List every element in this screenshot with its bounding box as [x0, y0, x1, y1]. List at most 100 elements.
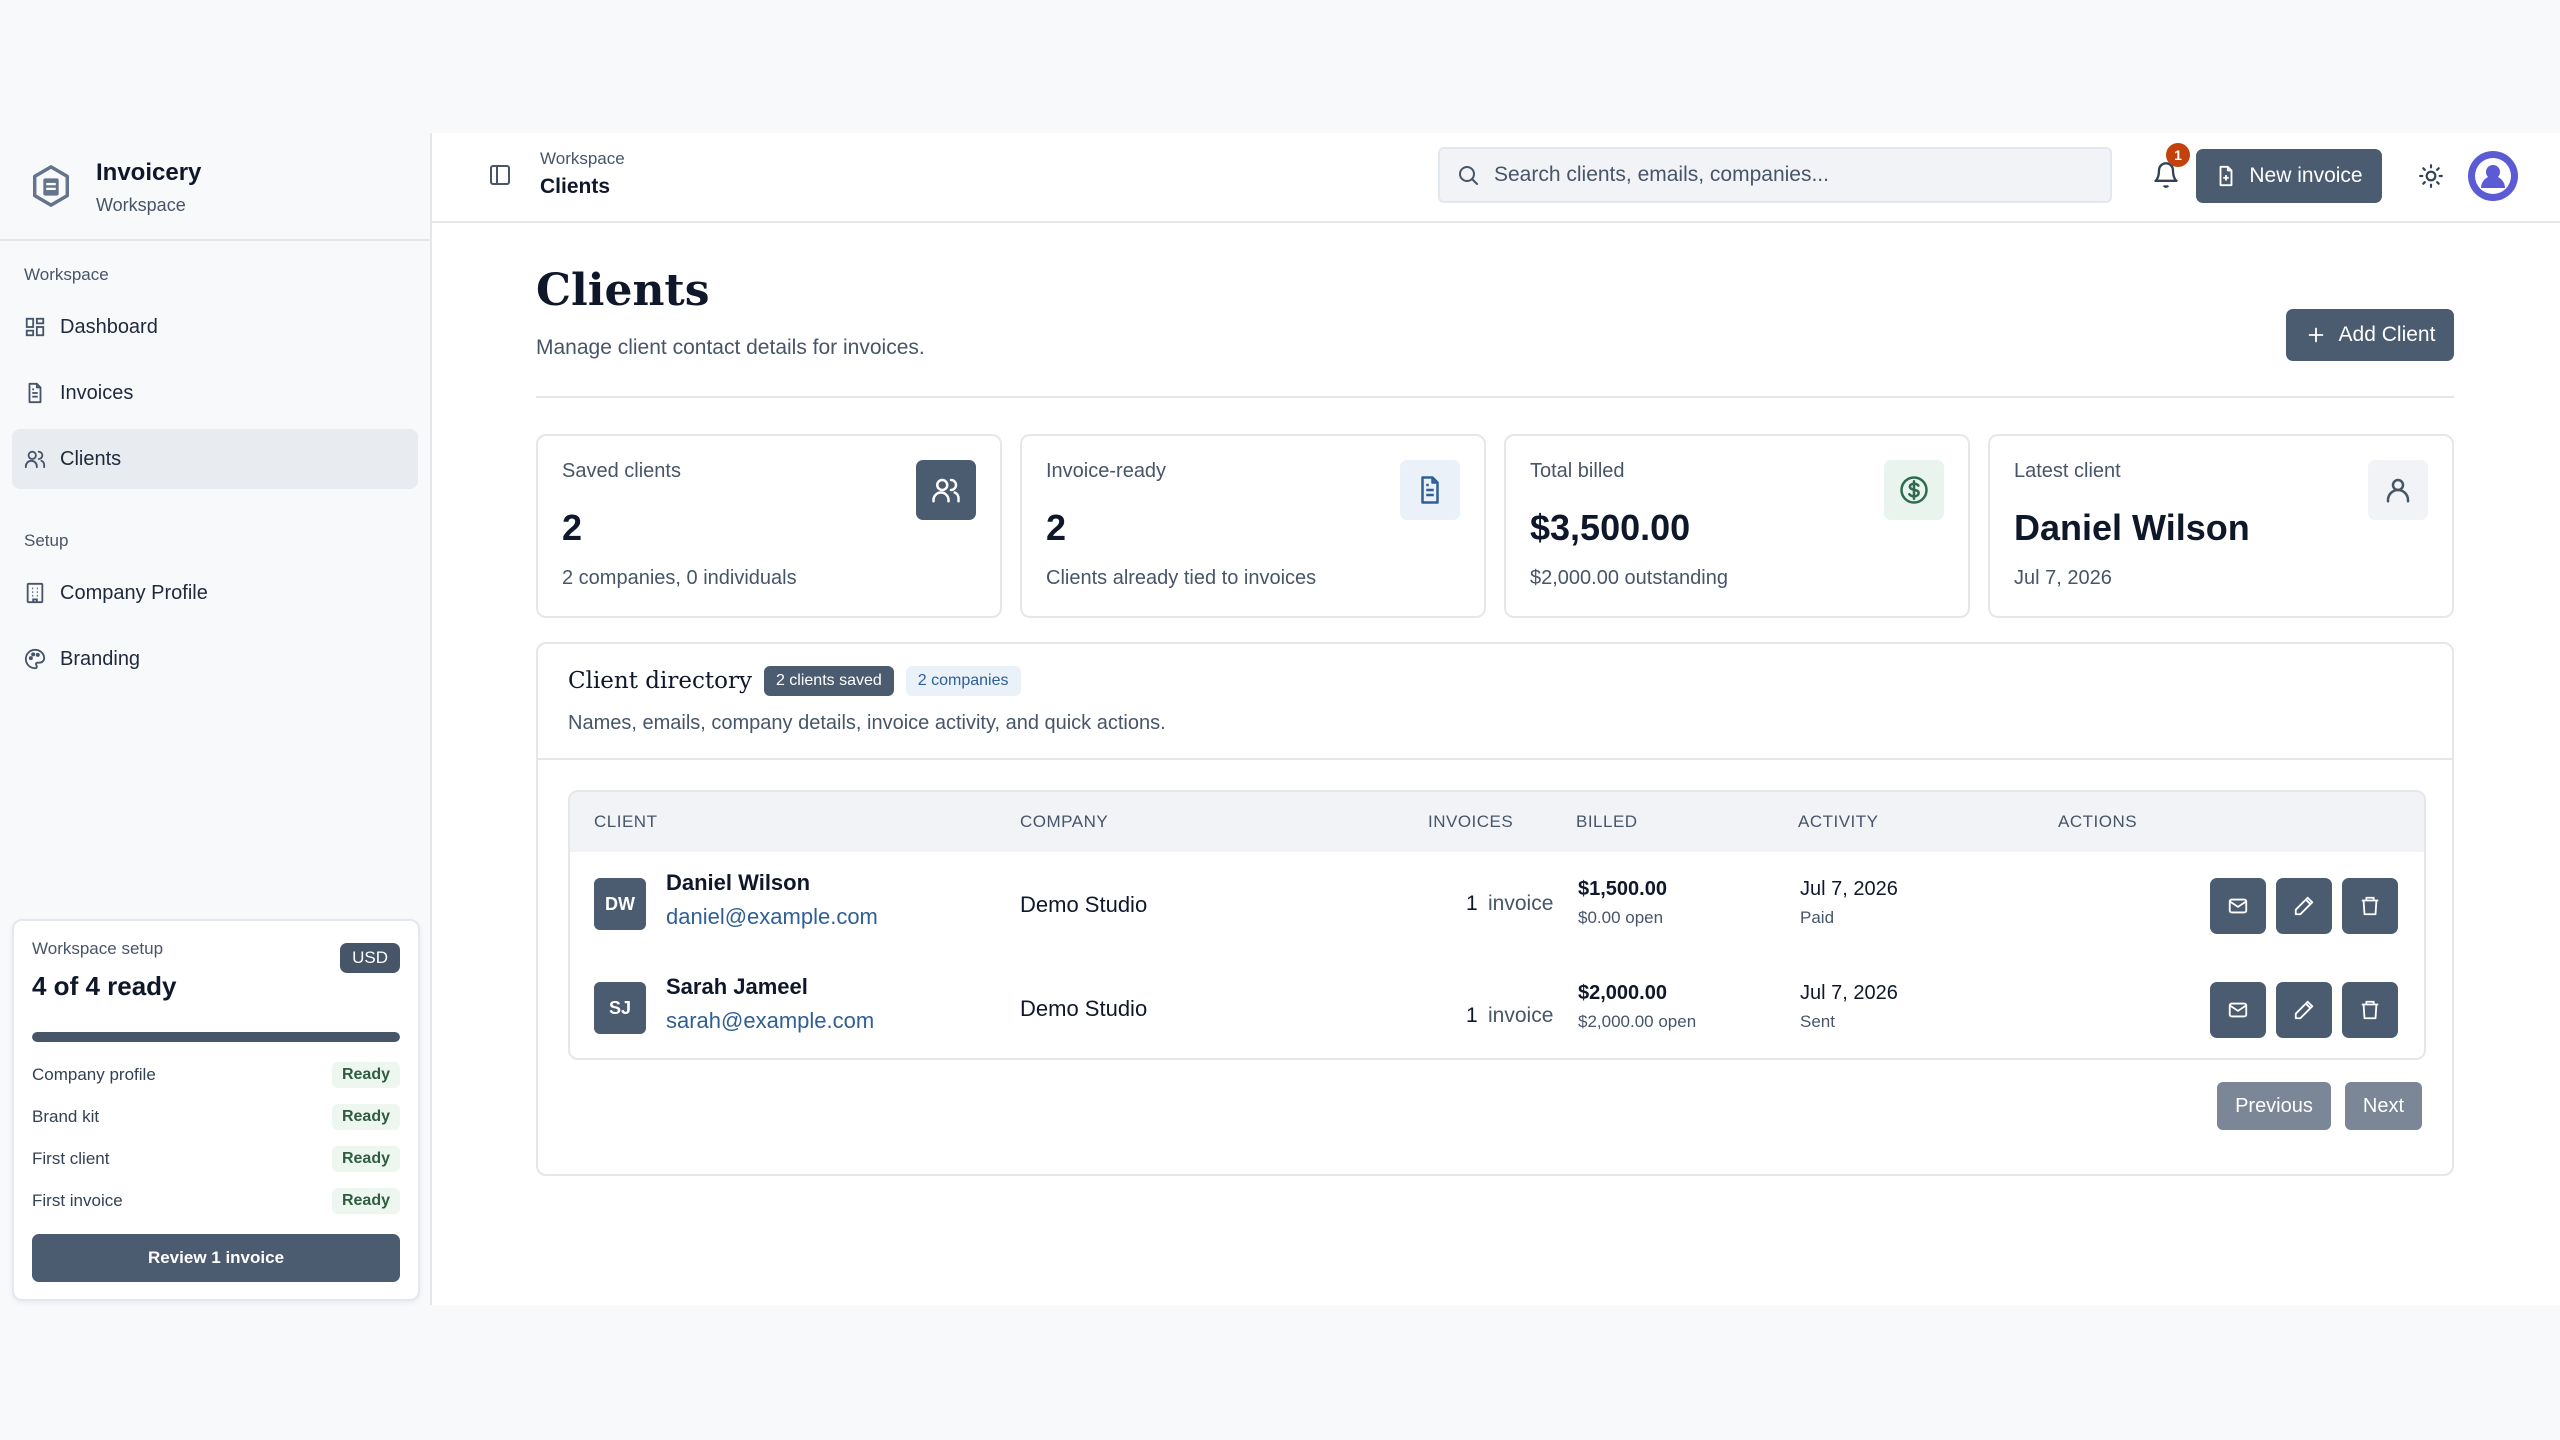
- stat-label: Total billed: [1530, 460, 1625, 482]
- dollar-circle-icon: [1884, 460, 1944, 520]
- review-invoice-button[interactable]: Review 1 invoice: [32, 1234, 400, 1282]
- sidebar-item-label: Invoices: [60, 381, 134, 404]
- stats-row: Saved clients 2 2 companies, 0 individua…: [536, 434, 2454, 618]
- sidebar-item-clients[interactable]: Clients: [12, 429, 418, 489]
- client-initials-avatar: SJ: [594, 982, 646, 1034]
- file-text-icon: [1400, 460, 1460, 520]
- billed-amount: $1,500.00: [1578, 878, 1667, 900]
- activity-date: Jul 7, 2026: [1800, 878, 1898, 900]
- file-text-icon: [24, 382, 46, 404]
- email-client-button[interactable]: [2210, 982, 2266, 1038]
- directory-header: Client directory 2 clients saved 2 compa…: [538, 644, 2452, 760]
- table-header: Client Company Invoices Billed Activity …: [570, 792, 2424, 852]
- setup-check-first-client: First client Ready: [32, 1138, 400, 1180]
- ready-badge: Ready: [331, 1104, 400, 1130]
- currency-badge: USD: [340, 943, 400, 973]
- main-content: Workspace Clients 1 New invoice: [432, 133, 2560, 1305]
- sidebar-toggle-icon[interactable]: [488, 163, 512, 187]
- add-client-button[interactable]: Add Client: [2286, 309, 2454, 361]
- stat-value: $3,500.00: [1530, 507, 1691, 548]
- brand-name: Invoicery: [96, 158, 202, 186]
- client-company: Demo Studio: [1020, 996, 1148, 1021]
- check-label: Brand kit: [32, 1107, 100, 1126]
- mail-icon: [2228, 1002, 2248, 1018]
- breadcrumb: Workspace Clients: [540, 149, 625, 199]
- edit-client-button[interactable]: [2276, 982, 2332, 1038]
- invoice-count-unit: invoice: [1488, 892, 1554, 915]
- setup-progress-fill: [32, 1032, 400, 1042]
- table-row[interactable]: DW Daniel Wilson daniel@example.com Demo…: [570, 852, 2424, 958]
- table-row[interactable]: SJ Sarah Jameel sarah@example.com Demo S…: [570, 958, 2424, 1058]
- new-invoice-button[interactable]: New invoice: [2196, 149, 2382, 203]
- column-header-actions: Actions: [2058, 812, 2138, 831]
- setup-check-brand-kit: Brand kit Ready: [32, 1096, 400, 1138]
- client-email-link[interactable]: sarah@example.com: [666, 1008, 874, 1034]
- user-icon: [2368, 460, 2428, 520]
- sidebar-item-label: Company Profile: [60, 581, 208, 604]
- delete-client-button[interactable]: [2342, 982, 2398, 1038]
- setup-status: 4 of 4 ready: [32, 971, 177, 1001]
- check-label: First invoice: [32, 1191, 123, 1210]
- page-subtitle: Manage client contact details for invoic…: [536, 336, 925, 359]
- stat-card-total-billed: Total billed $3,500.00 $2,000.00 outstan…: [1504, 434, 1970, 618]
- column-header-company: Company: [1020, 812, 1109, 831]
- pagination: Previous Next: [2217, 1082, 2422, 1130]
- header-divider: [536, 396, 2454, 398]
- sidebar-item-invoices[interactable]: Invoices: [12, 363, 418, 423]
- delete-client-button[interactable]: [2342, 878, 2398, 934]
- stat-note: 2 companies, 0 individuals: [562, 567, 797, 589]
- directory-title: Client directory: [568, 668, 752, 694]
- setup-card-label: Workspace setup: [32, 939, 164, 958]
- nav-section-setup: Setup: [24, 531, 69, 550]
- next-page-button[interactable]: Next: [2344, 1082, 2422, 1130]
- search-box[interactable]: [1438, 147, 2112, 203]
- invoice-count: 1: [1466, 892, 1478, 915]
- users-icon: [24, 448, 46, 470]
- sidebar-item-company-profile[interactable]: Company Profile: [12, 563, 418, 623]
- stat-label: Saved clients: [562, 460, 681, 482]
- activity-status: Sent: [1800, 1012, 1835, 1031]
- setup-progress-bar: [32, 1032, 400, 1042]
- avatar[interactable]: [2468, 151, 2518, 201]
- sun-icon[interactable]: [2418, 163, 2444, 189]
- stat-card-latest-client: Latest client Daniel Wilson Jul 7, 2026: [1988, 434, 2454, 618]
- stat-card-invoice-ready: Invoice-ready 2 Clients already tied to …: [1020, 434, 1486, 618]
- dashboard-icon: [24, 316, 46, 338]
- invoice-count: 1: [1466, 1004, 1478, 1027]
- sidebar-item-dashboard[interactable]: Dashboard: [12, 297, 418, 357]
- client-name: Daniel Wilson: [666, 870, 811, 895]
- setup-check-company-profile: Company profile Ready: [32, 1054, 400, 1096]
- clients-table: Client Company Invoices Billed Activity …: [568, 790, 2426, 1060]
- setup-checklist: Company profile Ready Brand kit Ready Fi…: [32, 1054, 400, 1222]
- nav-section-workspace: Workspace: [24, 265, 109, 284]
- edit-client-button[interactable]: [2276, 878, 2332, 934]
- clients-saved-badge: 2 clients saved: [763, 666, 894, 696]
- sidebar-item-label: Branding: [60, 647, 141, 670]
- sidebar-item-branding[interactable]: Branding: [12, 629, 418, 689]
- setup-check-first-invoice: First invoice Ready: [32, 1180, 400, 1222]
- brand-subtitle: Workspace: [96, 194, 186, 215]
- client-email-link[interactable]: daniel@example.com: [666, 904, 878, 930]
- ready-badge: Ready: [331, 1146, 400, 1172]
- trash-icon: [2361, 1000, 2379, 1020]
- users-icon: [916, 460, 976, 520]
- page-title: Clients: [536, 265, 710, 316]
- billed-amount: $2,000.00: [1578, 982, 1667, 1004]
- topbar: Workspace Clients 1 New invoice: [432, 133, 2560, 223]
- stat-label: Latest client: [2014, 460, 2121, 482]
- column-header-billed: Billed: [1576, 812, 1638, 831]
- stat-note: $2,000.00 outstanding: [1530, 567, 1728, 589]
- stat-card-saved-clients: Saved clients 2 2 companies, 0 individua…: [536, 434, 1002, 618]
- email-client-button[interactable]: [2210, 878, 2266, 934]
- trash-icon: [2361, 896, 2379, 916]
- previous-page-button[interactable]: Previous: [2217, 1082, 2331, 1130]
- client-initials-avatar: DW: [594, 878, 646, 930]
- stat-note: Clients already tied to invoices: [1046, 567, 1317, 589]
- search-icon: [1456, 163, 1480, 187]
- breadcrumb-parent[interactable]: Workspace: [540, 149, 625, 169]
- search-input[interactable]: [1494, 163, 2054, 187]
- activity-date: Jul 7, 2026: [1800, 982, 1898, 1004]
- client-company: Demo Studio: [1020, 892, 1148, 917]
- clients-page: Clients Manage client contact details fo…: [536, 223, 2454, 1176]
- brand[interactable]: Invoicery Workspace: [0, 133, 430, 241]
